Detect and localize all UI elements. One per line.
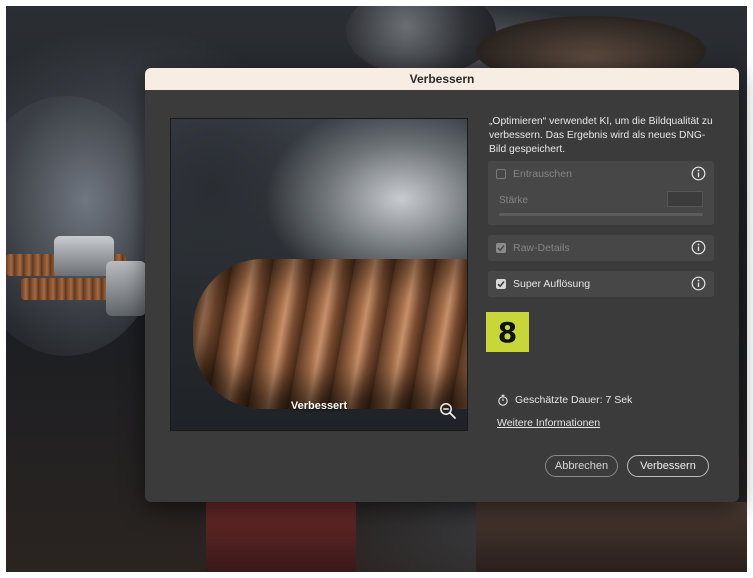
estimated-duration: Geschätzte Dauer: 7 Sek	[497, 394, 632, 406]
enhance-dialog: Verbessern Verbessert „Optimieren“ verwe…	[145, 68, 739, 502]
denoise-checkbox[interactable]	[496, 169, 506, 179]
super-resolution-panel: Super Auflösung	[488, 271, 714, 297]
strength-label: Stärke	[499, 195, 528, 206]
raw-details-panel: Raw-Details	[488, 235, 714, 261]
background-nut	[54, 236, 114, 276]
raw-details-checkbox[interactable]	[496, 243, 506, 253]
super-resolution-checkbox[interactable]	[496, 279, 506, 289]
super-resolution-option[interactable]: Super Auflösung	[488, 271, 714, 297]
dialog-title: Verbessern	[145, 68, 739, 90]
denoise-panel: Entrauschen Stärke	[488, 161, 714, 225]
enhanced-preview[interactable]: Verbessert	[170, 118, 468, 431]
raw-details-option[interactable]: Raw-Details	[488, 235, 714, 261]
info-icon[interactable]	[691, 166, 706, 181]
background-knob	[346, 6, 496, 76]
more-info-link[interactable]: Weitere Informationen	[497, 417, 600, 429]
strength-value-field[interactable]	[667, 191, 703, 207]
denoise-option[interactable]: Entrauschen	[488, 161, 714, 187]
step-number-badge: 8	[486, 312, 529, 352]
super-resolution-label: Super Auflösung	[513, 278, 591, 290]
background-knob	[6, 96, 166, 356]
zoom-out-icon[interactable]	[439, 402, 457, 420]
background-plate	[476, 502, 747, 572]
dialog-description: „Optimieren“ verwendet KI, um die Bildqu…	[489, 116, 713, 155]
info-icon[interactable]	[691, 276, 706, 291]
preview-label: Verbessert	[290, 400, 348, 412]
denoise-label: Entrauschen	[513, 168, 572, 180]
enhance-button[interactable]: Verbessern	[627, 455, 709, 477]
strength-slider[interactable]	[499, 213, 703, 216]
info-icon[interactable]	[691, 240, 706, 255]
stopwatch-icon	[498, 394, 508, 406]
preview-image-screw	[193, 259, 467, 409]
cancel-button[interactable]: Abbrechen	[545, 455, 618, 477]
background-plate	[206, 502, 356, 572]
estimated-duration-text: Geschätzte Dauer: 7 Sek	[515, 394, 633, 406]
raw-details-label: Raw-Details	[513, 242, 570, 254]
background-nut	[106, 261, 146, 316]
